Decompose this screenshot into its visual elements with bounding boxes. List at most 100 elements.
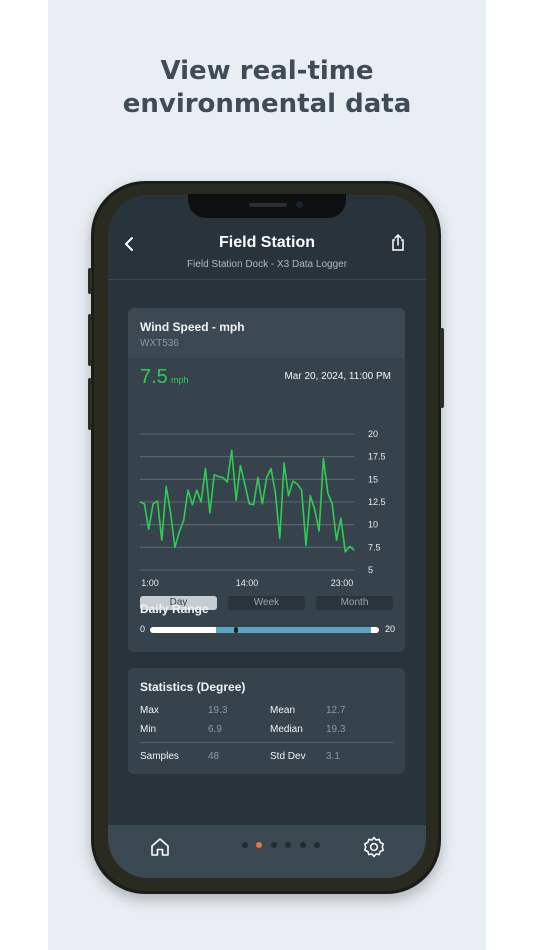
y-tick-label: 5: [368, 565, 373, 575]
chart-point: [327, 492, 329, 494]
home-icon[interactable]: [149, 836, 171, 858]
chart-point: [191, 504, 193, 506]
stat-mean-value: 12.7: [326, 705, 346, 716]
stat-median-value: 19.3: [326, 724, 346, 735]
chart-point: [353, 549, 355, 551]
chart-point: [161, 539, 163, 541]
page-dot[interactable]: [314, 842, 320, 848]
chart-point: [296, 483, 298, 485]
x-tick-label: 1:00: [141, 578, 159, 588]
chart-point: [200, 501, 202, 503]
chart-point: [170, 512, 172, 514]
chart-point: [322, 457, 324, 460]
stat-std-label: Std Dev: [270, 751, 306, 762]
y-tick-label: 15: [368, 474, 378, 484]
chart-point: [318, 530, 320, 532]
daily-range-max: 20: [385, 624, 396, 634]
daily-range-min: 0: [140, 624, 146, 634]
chart-point: [279, 537, 281, 539]
phone-speaker: [249, 203, 287, 207]
phone-volume-up: [88, 314, 92, 366]
chart-point: [257, 476, 259, 479]
x-tick-label: 23:00: [331, 578, 354, 588]
sensor-card[interactable]: Wind Speed - mph WXT536 7.5 mph Mar 20, …: [128, 308, 405, 652]
chart-point: [283, 462, 285, 464]
statistics-title: Statistics (Degree): [140, 680, 246, 694]
y-tick-label: 7.5: [368, 542, 381, 552]
chart-point: [222, 476, 224, 479]
chart-point: [218, 476, 220, 478]
statistics-card: Statistics (Degree) Max 19.3 Mean 12.7 M…: [128, 668, 405, 774]
chart-point: [340, 517, 342, 519]
chart-point: [261, 503, 263, 505]
chart-point: [152, 503, 154, 505]
y-tick-label: 17.5: [368, 452, 386, 462]
daily-range-track[interactable]: [150, 627, 379, 633]
header-divider: [108, 279, 426, 280]
chart-point: [287, 495, 290, 497]
page-dot[interactable]: [270, 842, 277, 848]
chart-point: [143, 503, 145, 505]
stat-std-value: 3.1: [326, 751, 340, 762]
chart-point: [178, 531, 180, 533]
chart-point: [301, 489, 303, 491]
chart-point: [148, 528, 150, 530]
phone-volume-down: [88, 378, 92, 430]
chart-point: [349, 545, 351, 547]
daily-range-label: Daily Range: [140, 602, 209, 616]
chart-y-ticks: 20 17.5 15 12.5 10 7.5 5: [368, 429, 386, 575]
stat-mean-label: Mean: [270, 705, 296, 716]
headline-line-2: environmental data: [122, 89, 412, 119]
gear-icon[interactable]: [362, 835, 386, 859]
headline: View real-time environmental data: [48, 55, 486, 121]
chart-point: [335, 539, 338, 541]
chart-point: [165, 486, 167, 488]
chart-point: [231, 449, 233, 451]
chart-point: [292, 480, 294, 482]
page-dot[interactable]: [299, 842, 306, 848]
nav-subtitle: Field Station Dock - X3 Data Logger: [186, 259, 348, 270]
chart-point: [204, 467, 207, 470]
chart-point: [183, 519, 185, 521]
chart-point: [187, 489, 189, 491]
chart-point: [196, 489, 198, 491]
stat-median-label: Median: [270, 724, 303, 735]
chart-point: [253, 504, 255, 506]
phone-power-button: [440, 328, 444, 408]
chart-grid: [140, 433, 354, 571]
chart-point: [239, 465, 241, 467]
chart-point: [344, 551, 346, 553]
phone-silent-switch: [88, 268, 92, 294]
y-tick-label: 10: [368, 520, 378, 530]
share-icon[interactable]: [390, 234, 406, 252]
x-tick-label: 14:00: [236, 578, 259, 588]
wind-speed-chart[interactable]: 20 17.5 15 12.5 10 7.5 5 1:00 14:00 23:00: [128, 308, 405, 652]
chart-point: [248, 503, 250, 505]
chart-point: [266, 476, 268, 479]
daily-range-current-marker: [233, 627, 238, 633]
daily-range-fill: [216, 627, 371, 633]
stat-samples-label: Samples: [140, 751, 179, 762]
nav-title: Field Station: [219, 234, 315, 251]
stat-min-label: Min: [140, 724, 157, 735]
chart-point: [244, 483, 246, 485]
chart-point: [174, 546, 176, 548]
stat-max-label: Max: [140, 705, 159, 716]
chart-point: [309, 495, 311, 497]
stat-max-value: 19.3: [208, 705, 228, 716]
chart-point: [213, 474, 215, 476]
chart-point: [209, 512, 211, 514]
chart-point: [156, 500, 159, 502]
chart-point: [331, 503, 333, 505]
page-dot[interactable]: [242, 842, 248, 848]
phone-screen: Field Station Field Station Dock - X3 Da…: [108, 195, 426, 878]
stat-samples-value: 48: [208, 751, 220, 762]
headline-line-1: View real-time: [160, 56, 374, 86]
stats-divider: [140, 742, 393, 743]
chart-point: [305, 544, 307, 547]
y-tick-label: 12.5: [368, 497, 386, 507]
phone-camera: [296, 201, 303, 208]
chart-point: [139, 501, 141, 503]
chart-point: [270, 467, 272, 470]
chart-x-ticks: 1:00 14:00 23:00: [141, 578, 353, 588]
